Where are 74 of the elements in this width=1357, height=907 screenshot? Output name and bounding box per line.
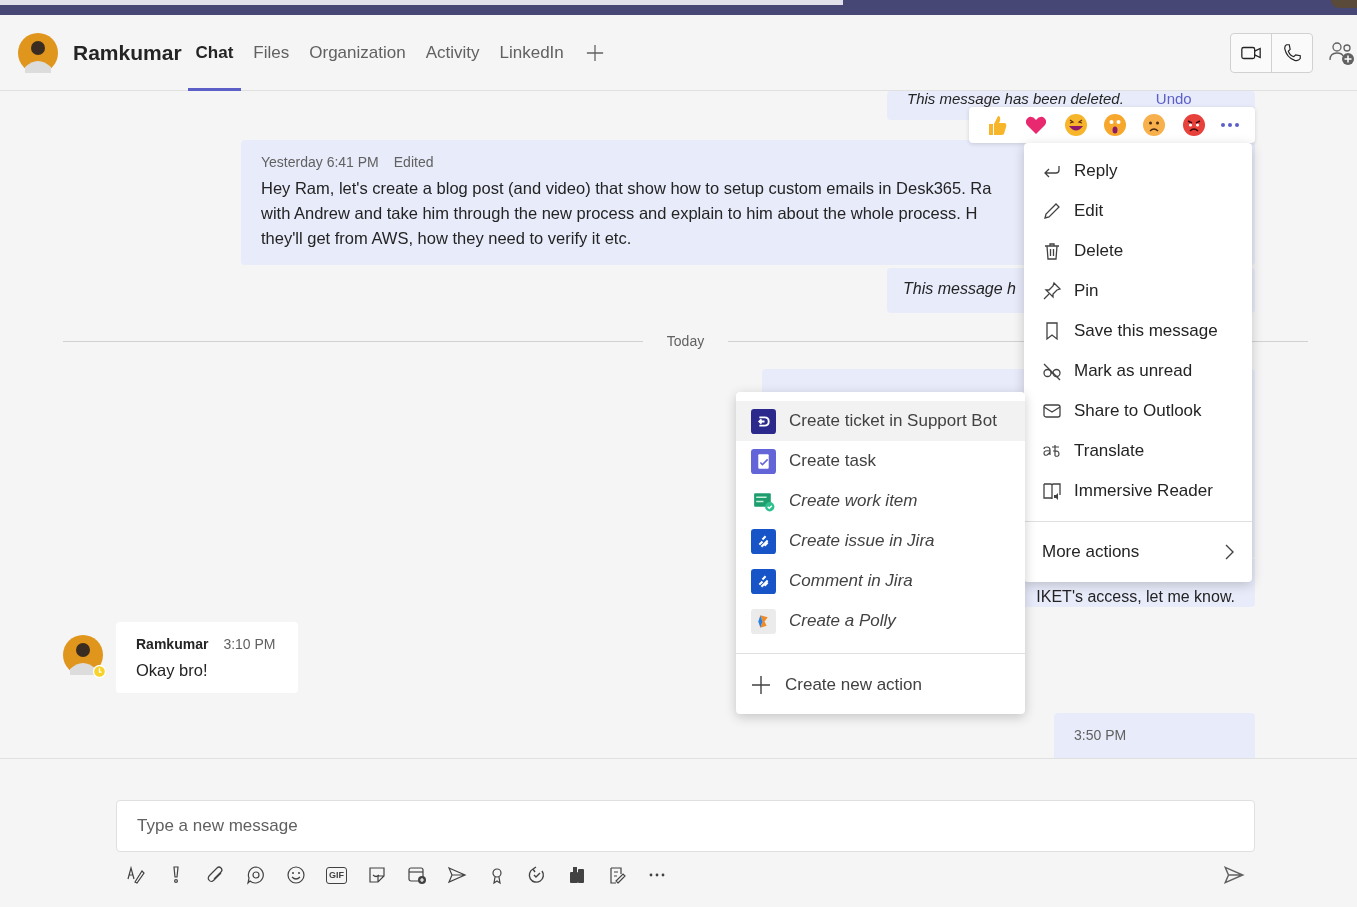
menu-item[interactable]: Reply xyxy=(1024,151,1252,191)
menu-item[interactable]: Create work item xyxy=(736,481,1025,521)
menu-item[interactable]: Save this message xyxy=(1024,311,1252,351)
menu-item[interactable]: Create task xyxy=(736,441,1025,481)
menu-item[interactable]: Edit xyxy=(1024,191,1252,231)
refresh-icon[interactable] xyxy=(527,865,547,885)
tab[interactable]: Chat xyxy=(187,14,242,91)
deleted-notice: This message has been deleted. xyxy=(907,91,1124,106)
message-text-line: with Andrew and take him through the new process and explain to him about the whole process. H xyxy=(261,203,978,224)
trash-icon xyxy=(1042,241,1062,261)
glasses-icon xyxy=(1042,361,1062,381)
more-actions-item[interactable]: More actions xyxy=(1024,532,1252,572)
message-text: Okay bro! xyxy=(136,660,208,681)
pin-icon xyxy=(1042,281,1062,301)
message-time: 3:10 PM xyxy=(223,636,276,652)
deleted-notice: This message h xyxy=(903,280,1016,297)
away-status-icon xyxy=(93,665,106,678)
jira-icon xyxy=(751,568,776,594)
surprised-face-icon[interactable] xyxy=(1102,113,1127,137)
message-input-field[interactable]: Type a new message xyxy=(116,800,1255,852)
menu-item[interactable]: Create a Polly xyxy=(736,601,1025,641)
more-options-icon[interactable] xyxy=(1221,123,1240,127)
plus-icon xyxy=(751,675,771,695)
jira-icon xyxy=(751,528,776,554)
sender-name: Ramkumar xyxy=(136,636,209,652)
avatar xyxy=(18,32,58,73)
tab[interactable]: Files xyxy=(245,14,298,91)
chevron-right-icon xyxy=(1224,544,1234,560)
menu-item[interactable]: Mark as unread xyxy=(1024,351,1252,391)
format-icon[interactable] xyxy=(126,865,146,885)
message-time: Yesterday 6:41 PM xyxy=(261,154,379,170)
message-text: IKET's access, let me know. xyxy=(1036,588,1235,606)
envelope-icon xyxy=(1042,401,1062,421)
menu-item[interactable]: Pin xyxy=(1024,271,1252,311)
tab[interactable]: Activity xyxy=(417,14,488,91)
book-speaker-icon xyxy=(1042,481,1062,501)
sticker-icon[interactable] xyxy=(367,865,387,885)
send-icon[interactable] xyxy=(1223,864,1245,886)
add-tab-icon[interactable] xyxy=(585,43,604,62)
task-icon xyxy=(751,448,776,474)
menu-item[interactable]: Create ticket in Support Bot xyxy=(736,401,1025,441)
message-text-line: Hey Ram, let's create a blog post (and video) that show how to setup custom emails in Desk365. Ra xyxy=(261,178,992,199)
edited-label: Edited xyxy=(393,154,434,170)
polly-icon xyxy=(751,608,776,634)
pencil-icon xyxy=(1042,201,1062,221)
attach-icon[interactable] xyxy=(206,865,226,885)
schedule-icon[interactable] xyxy=(407,865,427,885)
support-bot-icon xyxy=(751,408,776,434)
message-text-line: they'll get from AWS, how they need to verify it etc. xyxy=(261,228,632,249)
contact-name: Ramkumar xyxy=(73,40,182,65)
menu-item[interactable]: Share to Outlook xyxy=(1024,391,1252,431)
message-time: 3:50 PM xyxy=(1074,727,1127,743)
menu-item[interactable]: Create issue in Jira xyxy=(736,521,1025,561)
undo-link[interactable]: Undo xyxy=(1155,91,1192,106)
tab[interactable]: LinkedIn xyxy=(491,14,572,91)
add-people-icon[interactable] xyxy=(1329,39,1355,66)
day-divider-label: Today xyxy=(666,333,705,349)
emoji-icon[interactable] xyxy=(286,865,306,885)
app-icon[interactable] xyxy=(567,865,587,885)
laughing-face-icon[interactable] xyxy=(1063,113,1088,137)
notes-icon[interactable] xyxy=(607,865,627,885)
loop-icon[interactable] xyxy=(246,865,266,885)
menu-item[interactable]: Delete xyxy=(1024,231,1252,271)
menu-item[interactable]: Immersive Reader xyxy=(1024,471,1252,511)
avatar xyxy=(63,635,103,675)
forward-icon[interactable] xyxy=(447,865,467,885)
phone-icon[interactable] xyxy=(1281,41,1303,64)
create-new-action-item[interactable]: Create new action xyxy=(736,665,1025,705)
tab[interactable]: Organization xyxy=(301,14,414,91)
sad-face-icon[interactable] xyxy=(1142,113,1167,137)
gif-button[interactable]: GIF xyxy=(326,866,347,884)
menu-item[interactable]: Translate xyxy=(1024,431,1252,471)
angry-face-icon[interactable] xyxy=(1181,113,1206,137)
menu-item[interactable]: Comment in Jira xyxy=(736,561,1025,601)
